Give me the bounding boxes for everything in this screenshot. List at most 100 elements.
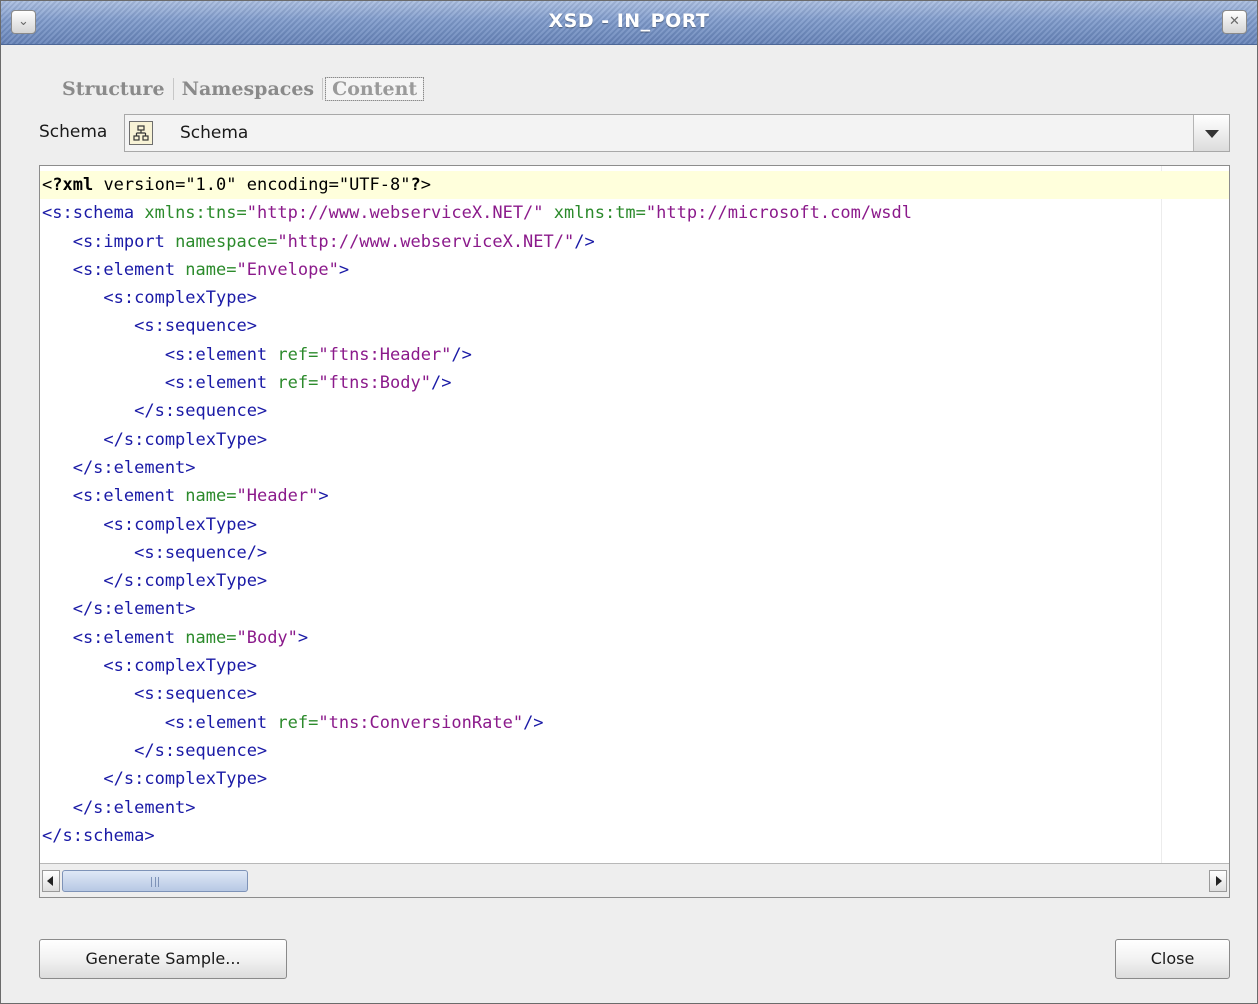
horizontal-scrollbar[interactable] <box>40 863 1229 897</box>
code-token: </s:element> <box>42 457 196 478</box>
code-line: </s:element> <box>42 595 1229 623</box>
code-lines: <?xml version="1.0" encoding="UTF-8"?> <s… <box>40 171 1229 850</box>
scrollbar-thumb[interactable] <box>62 870 248 892</box>
code-token: /> <box>430 373 452 394</box>
code-line: <s:complexType> <box>42 511 1229 539</box>
generate-sample-button[interactable]: Generate Sample... <box>39 939 287 979</box>
code-token: "Envelope" <box>236 259 339 280</box>
schema-label: Schema <box>39 122 108 142</box>
tab-divider <box>172 78 174 100</box>
code-line: </s:element> <box>42 794 1229 822</box>
code-token: < <box>42 175 53 195</box>
code-token: </s:element> <box>42 797 196 818</box>
code-line: <s:element name="Body"> <box>42 624 1229 652</box>
code-line: </s:complexType> <box>42 567 1229 595</box>
code-token: <s:sequence> <box>42 684 257 705</box>
xsd-dialog-window: ⌄ XSD - IN_PORT ✕ Structure Namespaces C… <box>0 0 1258 1004</box>
code-token: "tns:ConversionRate" <box>318 712 524 733</box>
code-line: <s:sequence> <box>42 680 1229 708</box>
code-line: <?xml version="1.0" encoding="UTF-8"?> <box>40 171 1229 200</box>
schema-dropdown[interactable]: Schema <box>124 114 1230 152</box>
code-token: /> <box>451 344 472 365</box>
code-line: </s:element> <box>42 454 1229 482</box>
scroll-right-icon[interactable] <box>1209 870 1227 892</box>
code-token: /> <box>523 712 544 733</box>
xml-content-editor[interactable]: <?xml version="1.0" encoding="UTF-8"?> <s… <box>39 165 1230 898</box>
code-token: "Header" <box>236 486 319 507</box>
code-token: <s:element <box>42 627 186 648</box>
scroll-left-icon[interactable] <box>42 870 60 892</box>
code-line: <s:element name="Header"> <box>42 482 1229 510</box>
code-line: <s:complexType> <box>42 652 1229 680</box>
code-token: > <box>420 175 431 195</box>
code-line: <s:import namespace="http://www.webservi… <box>42 228 1229 256</box>
code-token: "ftns:Header" <box>318 344 452 365</box>
code-token: <s:sequence> <box>42 316 257 337</box>
close-button[interactable]: Close <box>1115 939 1230 979</box>
code-token: > <box>318 486 329 507</box>
code-token: </s:complexType> <box>42 571 268 592</box>
code-token: "Body" <box>236 627 298 648</box>
tab-bar: Structure Namespaces Content <box>56 75 425 103</box>
code-token: "http://www.webserviceX.NET/" <box>277 231 575 252</box>
schema-selected-value: Schema <box>180 123 249 143</box>
code-line: <s:element name="Envelope"> <box>42 256 1229 284</box>
code-token: > <box>297 627 309 648</box>
window-title: XSD - IN_PORT <box>548 10 710 32</box>
close-x-icon[interactable]: ✕ <box>1222 10 1247 34</box>
schema-tree-icon <box>129 121 153 145</box>
code-token: <s:schema <box>42 203 145 224</box>
code-token: <s:element <box>42 259 186 280</box>
code-token: ref= <box>277 344 319 365</box>
code-line: <s:element ref="ftns:Header"/> <box>42 341 1229 369</box>
tab-namespaces[interactable]: Namespaces <box>176 78 321 100</box>
code-token: <s:complexType> <box>42 656 257 677</box>
code-token: <s:element <box>42 486 186 507</box>
code-line: </s:schema> <box>42 822 1229 850</box>
code-token: > <box>338 259 350 280</box>
code-token: namespace= <box>175 231 278 252</box>
code-token: name= <box>185 259 237 280</box>
code-token: "ftns:Body" <box>318 373 431 394</box>
code-token: </s:schema> <box>42 825 155 846</box>
code-token: ref= <box>277 712 319 733</box>
code-token: xmlns:tm= <box>553 203 646 224</box>
code-token: name= <box>185 627 237 648</box>
dropdown-arrow-icon[interactable] <box>1193 115 1229 151</box>
code-token: <s:element <box>42 344 278 365</box>
code-line: <s:complexType> <box>42 284 1229 312</box>
code-token: xmlns:tns= <box>144 203 247 224</box>
code-token: ref= <box>277 373 319 394</box>
code-token: </s:complexType> <box>42 769 268 790</box>
code-line: <s:sequence> <box>42 312 1229 340</box>
code-line: </s:complexType> <box>42 765 1229 793</box>
code-line: <s:element ref="tns:ConversionRate"/> <box>42 709 1229 737</box>
code-token: name= <box>185 486 237 507</box>
tab-structure[interactable]: Structure <box>56 78 171 100</box>
code-token: "http://microsoft.com/wsdl <box>645 203 913 224</box>
code-line: </s:sequence> <box>42 397 1229 425</box>
code-token: version="1.0" encoding="UTF-8" <box>93 175 411 195</box>
code-token: <s:sequence/> <box>42 542 268 563</box>
title-bar[interactable]: ⌄ XSD - IN_PORT ✕ <box>1 1 1257 45</box>
code-token: <s:complexType> <box>42 288 257 309</box>
code-token: /> <box>574 231 595 252</box>
code-line: <s:schema xmlns:tns="http://www.webservi… <box>42 199 1229 227</box>
code-token: </s:sequence> <box>42 401 268 422</box>
code-token: </s:element> <box>42 599 196 620</box>
code-token: ?xml <box>52 175 94 195</box>
code-token: <s:element <box>42 712 278 733</box>
code-token: </s:complexType> <box>42 429 268 450</box>
code-token: "http://www.webserviceX.NET/" <box>246 203 544 224</box>
code-line: </s:sequence> <box>42 737 1229 765</box>
code-token: <s:element <box>42 373 278 394</box>
code-token: </s:sequence> <box>42 740 268 761</box>
code-token: <s:import <box>42 231 176 252</box>
grip-icon <box>151 877 159 887</box>
code-line: </s:complexType> <box>42 426 1229 454</box>
code-token: ? <box>410 175 421 195</box>
code-line: <s:element ref="ftns:Body"/> <box>42 369 1229 397</box>
tab-divider <box>322 78 324 100</box>
tab-content[interactable]: Content <box>325 77 425 101</box>
